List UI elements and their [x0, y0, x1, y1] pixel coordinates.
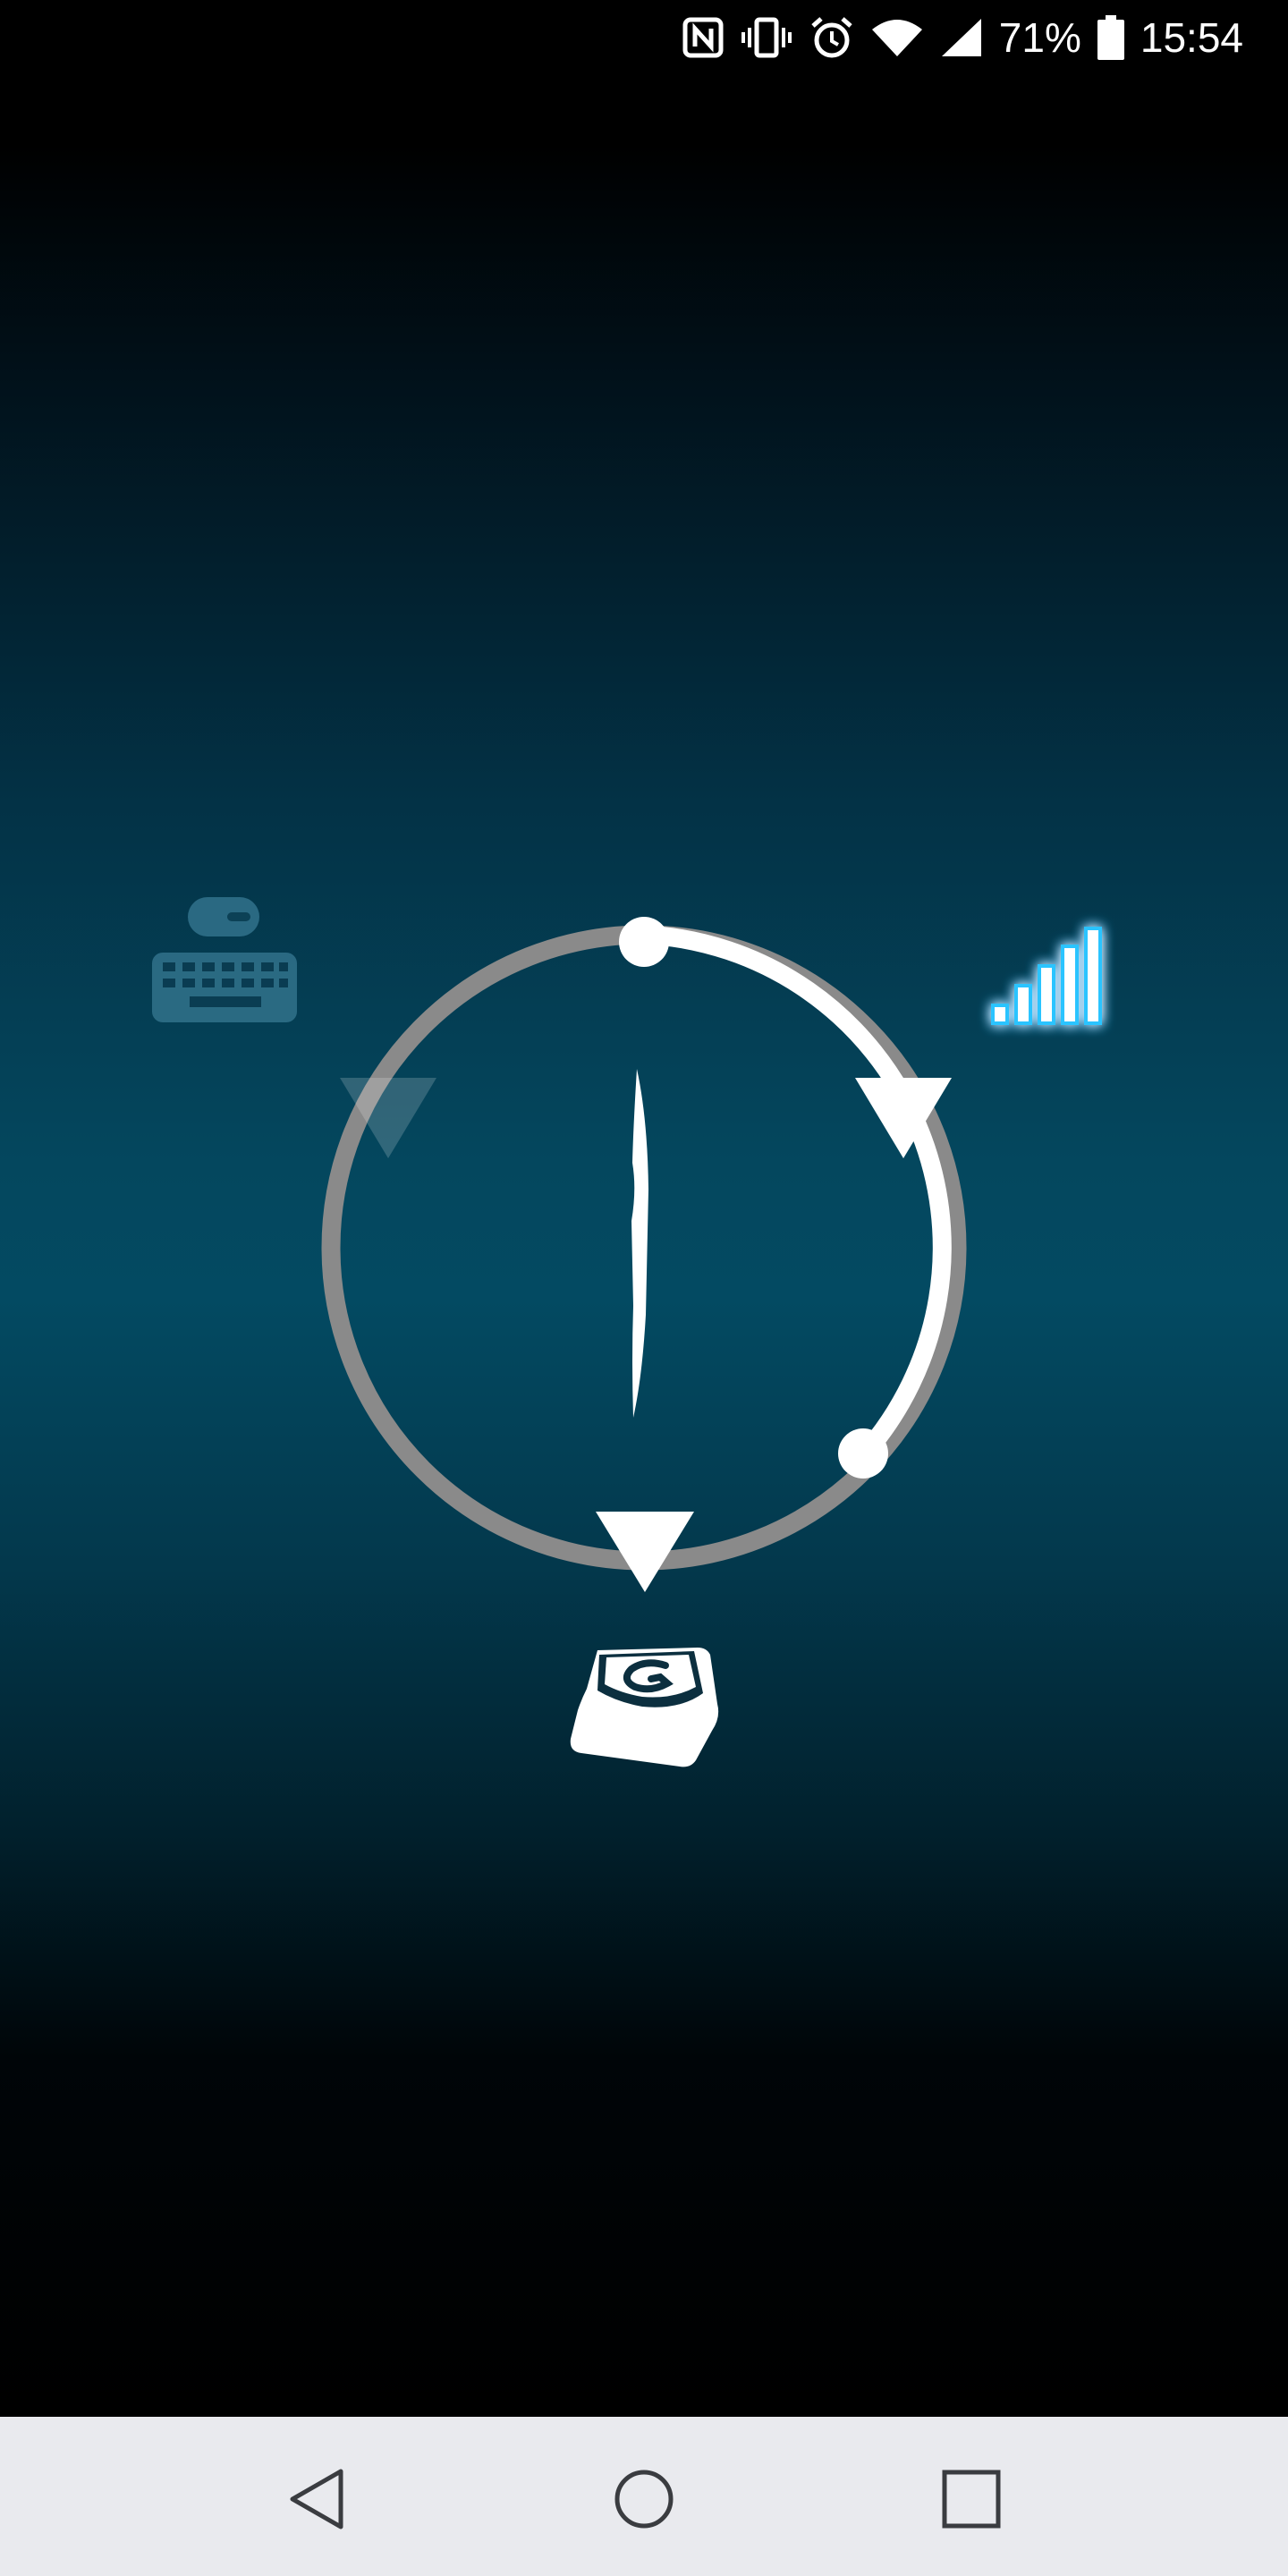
home-button[interactable] — [601, 2456, 687, 2542]
center-sparkle-icon — [631, 1069, 648, 1418]
g-key-icon[interactable] — [570, 1648, 719, 1767]
back-button[interactable] — [274, 2456, 360, 2542]
ring-start-knob[interactable] — [619, 917, 669, 967]
home-icon — [614, 2470, 674, 2529]
mode-selector — [0, 0, 1288, 2415]
signal-bars-icon[interactable] — [991, 927, 1102, 1025]
ring-end-knob[interactable] — [838, 1428, 888, 1479]
keyboard-mouse-icon[interactable] — [152, 897, 297, 1022]
recents-button[interactable] — [928, 2456, 1014, 2542]
back-icon — [290, 2469, 343, 2529]
recents-icon — [942, 2470, 1001, 2529]
navigation-bar — [0, 2417, 1288, 2576]
